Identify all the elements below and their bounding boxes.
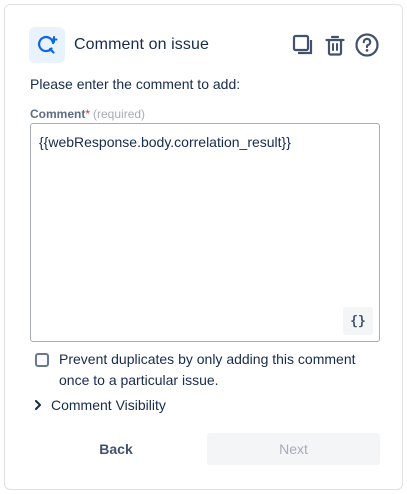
comment-visibility-label: Comment Visibility	[51, 397, 166, 413]
chevron-right-icon	[35, 400, 41, 410]
comment-visibility-toggle[interactable]: Comment Visibility	[34, 397, 166, 413]
comment-textarea[interactable]: {{webResponse.body.correlation_result}} …	[30, 123, 380, 342]
required-star: *	[85, 107, 91, 121]
panel-header: Comment on issue	[29, 27, 381, 67]
back-button[interactable]: Back	[30, 433, 202, 465]
duplicate-icon	[292, 34, 313, 55]
next-button[interactable]: Next	[207, 433, 380, 465]
help-icon	[355, 33, 379, 57]
comment-label-text: Comment	[30, 107, 86, 121]
delete-button[interactable]	[321, 31, 349, 59]
help-button[interactable]	[353, 31, 381, 59]
panel-title: Comment on issue	[74, 36, 209, 53]
prevent-duplicates-label[interactable]: Prevent duplicates by only adding this c…	[59, 349, 379, 391]
prevent-duplicates-checkbox[interactable]	[35, 353, 49, 367]
comment-on-issue-panel: Comment on issue Please enter the commen	[4, 4, 403, 490]
required-text: (required)	[93, 107, 146, 121]
comment-value[interactable]: {{webResponse.body.correlation_result}}	[39, 134, 291, 150]
delete-icon	[325, 35, 345, 56]
comment-field-label: Comment* (required)	[30, 107, 145, 121]
duplicate-button[interactable]	[289, 31, 317, 59]
form-prompt: Please enter the comment to add:	[30, 76, 241, 92]
smart-value-button[interactable]: {}	[343, 307, 373, 335]
comment-add-icon	[29, 27, 65, 63]
